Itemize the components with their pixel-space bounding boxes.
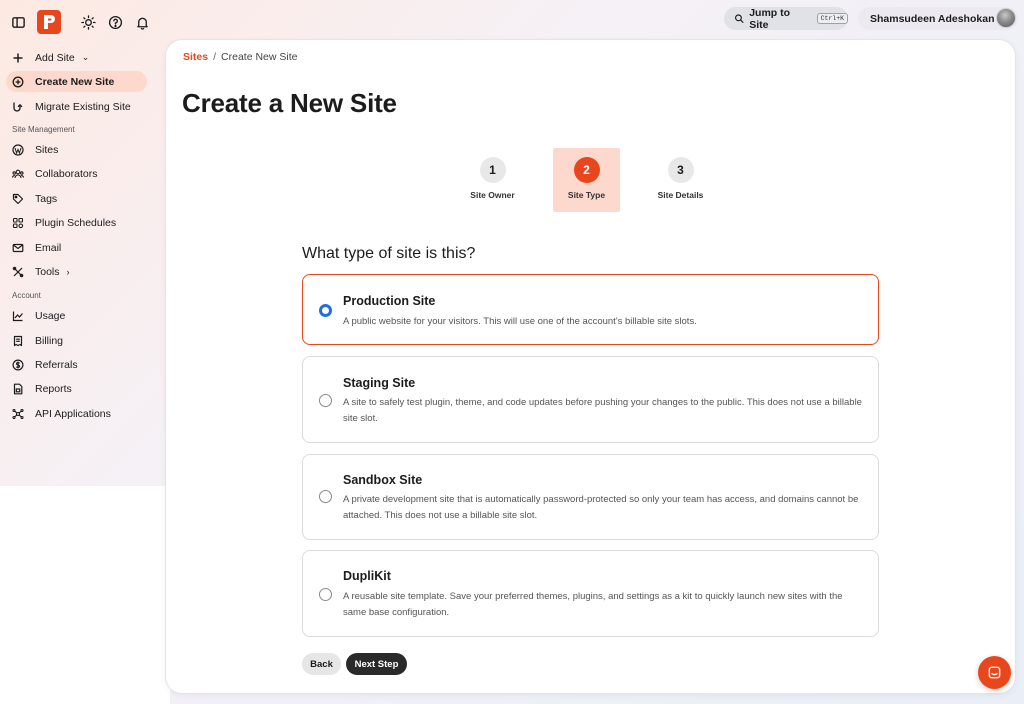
sidebar-item-label: Migrate Existing Site: [35, 100, 131, 113]
theme-toggle-icon[interactable]: [77, 11, 99, 33]
step-number: 1: [479, 157, 506, 183]
option-description: A private development site that is autom…: [343, 494, 859, 521]
site-type-question: What type of site is this?: [302, 245, 476, 262]
plugin-icon: [12, 217, 24, 228]
option-title: Staging Site: [343, 376, 416, 390]
tools-icon: [12, 266, 24, 277]
help-icon[interactable]: [104, 11, 126, 33]
sidebar-item-label: Usage: [35, 309, 66, 322]
sidebar-toggle-icon[interactable]: [7, 11, 29, 33]
user-name: Shamsudeen Adeshokan: [870, 12, 995, 25]
option-description: A site to safely test plugin, theme, and…: [343, 397, 862, 424]
sidebar-item-label: Sites: [35, 143, 59, 156]
breadcrumb: Sites / Create New Site: [183, 51, 297, 63]
next-step-button[interactable]: Next Step: [346, 653, 407, 675]
sidebar-item-label: Collaborators: [35, 167, 98, 180]
support-chat-button[interactable]: [978, 656, 1011, 689]
step-number: 3: [667, 157, 694, 183]
sidebar-item-label: Billing: [35, 334, 64, 347]
api-icon: [12, 408, 24, 419]
sidebar-item-label: Referrals: [35, 358, 78, 371]
top-bar: Jump to Site Ctrl+K Shamsudeen Adeshokan: [0, 0, 1024, 44]
step-label: Site Type: [567, 190, 606, 200]
sidebar-item-tags[interactable]: Tags: [6, 188, 147, 209]
pressable-logo[interactable]: [37, 10, 61, 34]
jump-to-site-label: Jump to Site: [749, 6, 791, 31]
chevron-down-icon: ⌄: [81, 52, 90, 62]
section-label-site-management: Site Management: [12, 125, 75, 134]
option-description: A reusable site template. Save your pref…: [343, 591, 843, 618]
sidebar-item-create-new-site[interactable]: Create New Site: [6, 71, 147, 92]
sidebar-item-collaborators[interactable]: Collaborators: [6, 163, 147, 184]
step-site-type[interactable]: 2 Site Type: [553, 148, 620, 212]
users-icon: [12, 169, 24, 178]
sidebar-item-label: Tags: [35, 192, 58, 205]
sidebar-item-referrals[interactable]: Referrals: [6, 354, 147, 375]
sidebar-item-usage[interactable]: Usage: [6, 305, 147, 326]
sidebar-item-label: Add Site: [35, 51, 75, 64]
sidebar-item-label: Email: [35, 241, 62, 254]
step-label: Site Owner: [470, 190, 515, 200]
option-title: DupliKit: [343, 569, 391, 583]
breadcrumb-current: Create New Site: [221, 51, 298, 63]
sidebar-item-api-applications[interactable]: API Applications: [6, 403, 147, 424]
option-duplikit[interactable]: DupliKit A reusable site template. Save …: [302, 550, 879, 637]
radio-button[interactable]: [319, 394, 332, 407]
sidebar-item-label: API Applications: [35, 407, 111, 420]
option-title: Production Site: [343, 294, 436, 308]
sidebar-item-migrate-existing-site[interactable]: Migrate Existing Site: [6, 96, 147, 117]
section-label-account: Account: [12, 291, 41, 300]
breadcrumb-separator: /: [213, 51, 217, 63]
jump-to-site-button[interactable]: Jump to Site Ctrl+K: [724, 6, 848, 31]
main-panel: Sites / Create New Site Create a New Site …: [166, 40, 1015, 693]
step-label: Site Details: [657, 190, 704, 200]
tag-icon: [12, 193, 24, 204]
sidebar-item-email[interactable]: Email: [6, 237, 147, 258]
mail-icon: [12, 243, 24, 252]
sidebar-item-label: Reports: [35, 382, 72, 395]
report-icon: [13, 383, 23, 394]
radio-button[interactable]: [319, 490, 332, 503]
page-title: Create a New Site: [182, 88, 397, 118]
chevron-right-icon: ›: [66, 266, 70, 277]
sidebar-item-label: Plugin Schedules: [35, 216, 117, 229]
user-menu-button[interactable]: Shamsudeen Adeshokan: [858, 7, 1018, 30]
sidebar-item-sites[interactable]: Sites: [6, 139, 147, 160]
radio-button[interactable]: [319, 588, 332, 601]
option-staging-site[interactable]: Staging Site A site to safely test plugi…: [302, 356, 879, 443]
option-production-site[interactable]: Production Site A public website for you…: [302, 274, 879, 345]
plus-circle-icon: [12, 76, 24, 87]
notifications-bell-icon[interactable]: [131, 11, 153, 33]
sidebar-item-label: Create New Site: [35, 75, 115, 88]
sidebar-item-plugin-schedules[interactable]: Plugin Schedules: [6, 212, 147, 233]
sidebar-item-add-site[interactable]: Add Site ⌄: [6, 47, 147, 68]
sidebar-item-label: Tools: [35, 265, 60, 278]
sidebar-item-reports[interactable]: Reports: [6, 378, 147, 399]
plus-icon: [13, 53, 23, 62]
sidebar-item-tools[interactable]: Tools ›: [6, 261, 147, 282]
sidebar-background: [0, 486, 170, 704]
wordpress-icon: [12, 143, 24, 156]
step-site-owner[interactable]: 1 Site Owner: [459, 148, 526, 212]
keyboard-shortcut-badge: Ctrl+K: [816, 13, 848, 24]
breadcrumb-sites-link[interactable]: Sites: [183, 51, 208, 63]
radio-button[interactable]: [319, 304, 332, 317]
step-site-details[interactable]: 3 Site Details: [647, 148, 714, 212]
option-description: A public website for your visitors. This…: [343, 316, 697, 327]
avatar: [996, 8, 1016, 28]
billing-icon: [13, 335, 23, 346]
chat-icon: [988, 666, 1001, 679]
sidebar-item-billing[interactable]: Billing: [6, 330, 147, 351]
chart-icon: [12, 311, 23, 321]
step-number: 2: [573, 157, 600, 183]
migrate-icon: [13, 102, 23, 112]
search-icon: [735, 14, 744, 23]
dollar-icon: [12, 358, 24, 371]
back-button[interactable]: Back: [302, 653, 341, 675]
option-sandbox-site[interactable]: Sandbox Site A private development site …: [302, 454, 879, 540]
option-title: Sandbox Site: [343, 473, 423, 487]
